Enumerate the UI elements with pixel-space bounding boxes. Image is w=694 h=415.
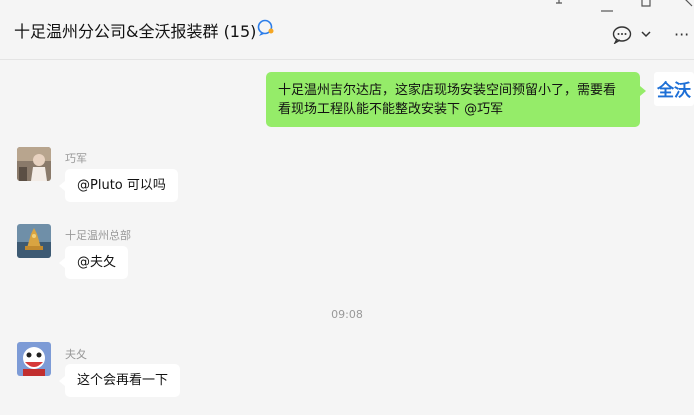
- message-bubble[interactable]: 这个会再看一下: [58, 364, 181, 397]
- group-chat-badge-icon[interactable]: [257, 19, 275, 41]
- avatar[interactable]: [17, 147, 51, 181]
- pin-icon[interactable]: [553, 0, 565, 11]
- message-bubble[interactable]: @夫夂: [58, 246, 129, 279]
- chat-header: 十足温州分公司&全沃报装群 (15) ···: [0, 0, 694, 60]
- sender-name: 巧军: [65, 152, 87, 165]
- more-options-button[interactable]: ···: [674, 25, 689, 44]
- message-bubble[interactable]: @Pluto 可以吗: [59, 169, 178, 202]
- avatar[interactable]: [17, 342, 51, 376]
- time-divider: 09:08: [331, 308, 363, 321]
- sender-name: 夫夂: [65, 348, 87, 361]
- chat-title: 十足温州分公司&全沃报装群 (15): [14, 22, 257, 41]
- message-bubble-self[interactable]: 十足温州吉尔达店，这家店现场安装空间预留小了，需要看看现场工程队能不能整改安装下…: [266, 72, 646, 127]
- avatar[interactable]: [17, 224, 51, 258]
- sender-name: 十足温州总部: [65, 229, 131, 242]
- maximize-icon[interactable]: [641, 0, 651, 11]
- chevron-down-icon[interactable]: [640, 26, 652, 46]
- minimize-icon[interactable]: [601, 2, 613, 17]
- self-avatar[interactable]: 全沃: [654, 72, 694, 106]
- chat-bubble-icon[interactable]: [612, 26, 632, 48]
- avatar-text: 全沃: [657, 81, 691, 101]
- close-icon[interactable]: [683, 0, 693, 11]
